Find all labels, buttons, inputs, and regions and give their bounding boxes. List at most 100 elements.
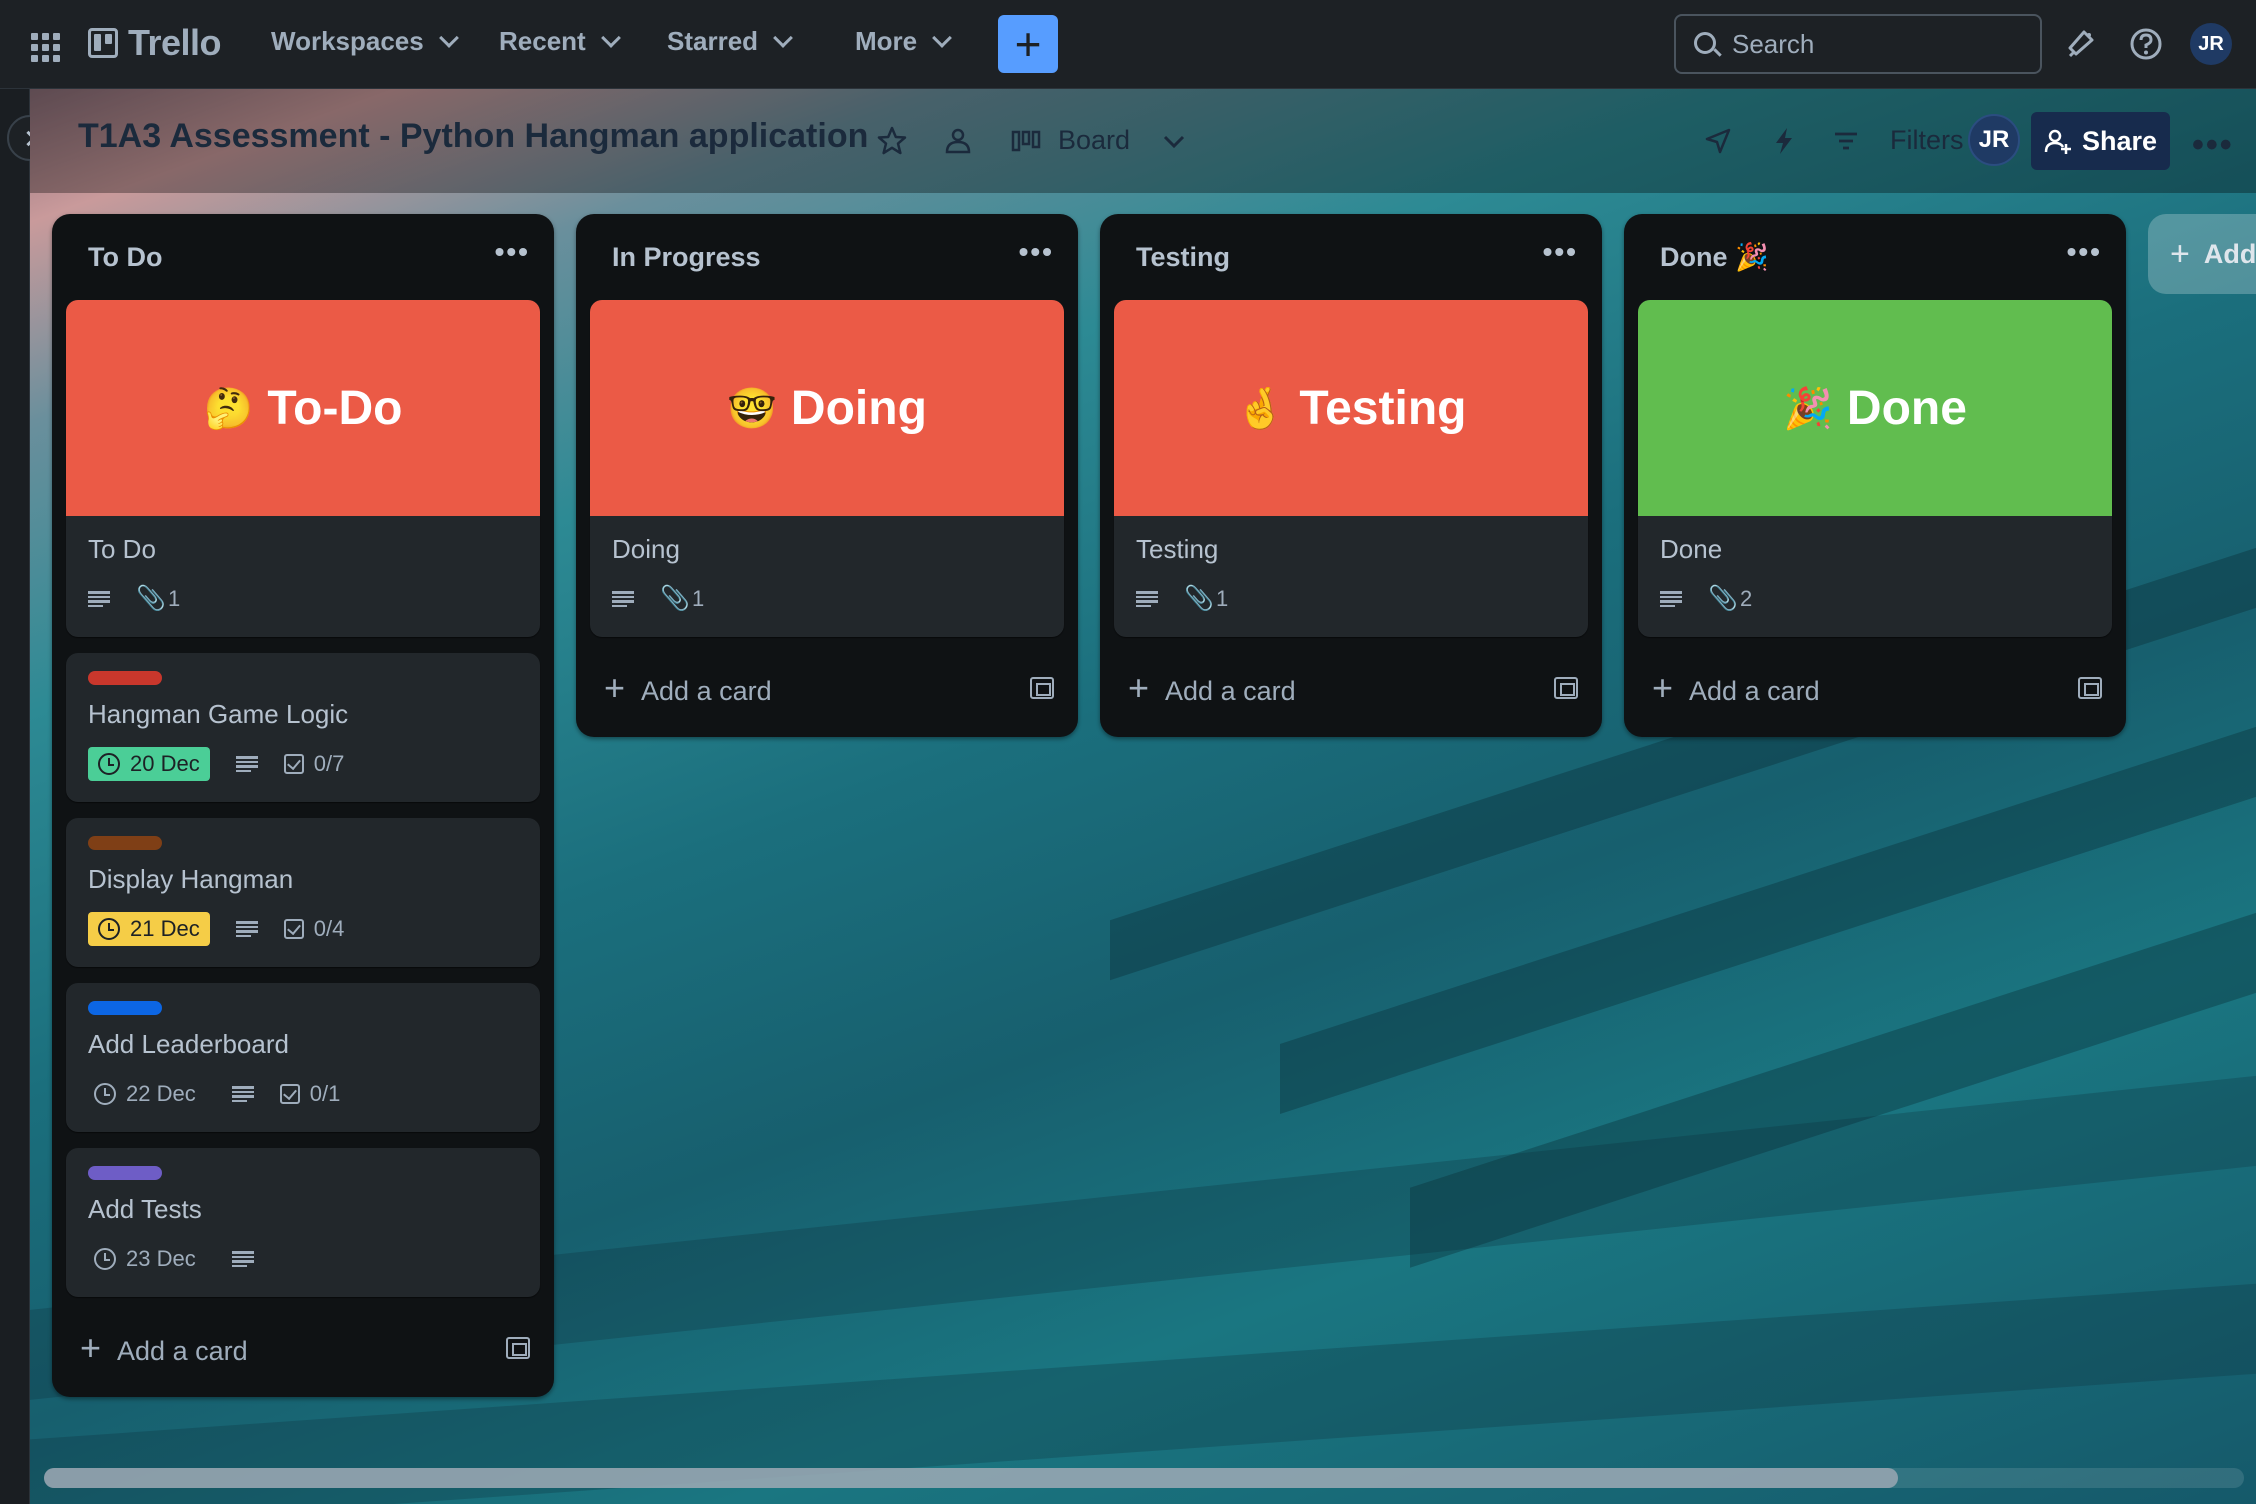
workspaces-label: Workspaces <box>271 26 424 56</box>
add-card-label: Add a card <box>641 676 772 706</box>
list-actions-button[interactable]: ••• <box>2067 236 2102 268</box>
board-title[interactable]: T1A3 Assessment - Python Hangman applica… <box>78 117 868 156</box>
filter-icon <box>1835 132 1857 150</box>
scrollbar-thumb[interactable] <box>44 1468 1898 1488</box>
top-navigation-bar: Trello Workspaces Recent Starred More + … <box>0 0 2256 89</box>
create-from-template-icon[interactable] <box>2078 677 2102 699</box>
board-horizontal-scrollbar[interactable] <box>44 1468 2244 1488</box>
workspace-visibility-icon[interactable] <box>942 125 974 157</box>
list-title[interactable]: Done 🎉 <box>1660 241 1769 273</box>
description-icon <box>235 756 258 772</box>
list-to-do: To Do ••• 🤔 To-Do To Do 📎 1 Hangman Game… <box>52 214 554 1397</box>
search-input[interactable]: Search <box>1674 14 2042 74</box>
clock-icon <box>94 1083 116 1105</box>
paperclip-icon: 📎 <box>1184 585 1214 612</box>
list-actions-button[interactable]: ••• <box>495 236 530 268</box>
help-icon[interactable] <box>2126 24 2166 64</box>
checklist-icon <box>279 1084 300 1104</box>
card-label-red[interactable] <box>88 671 162 685</box>
list-testing: Testing ••• 🤞 Testing Testing 📎 1 + Add a… <box>1100 214 1602 737</box>
card-label-blue[interactable] <box>88 1001 162 1015</box>
add-card-button[interactable]: + Add a card <box>66 1313 540 1383</box>
add-card-label: Add a card <box>1165 676 1296 706</box>
card-cover: 🤞 Testing <box>1114 300 1588 516</box>
checklist-count: 0/4 <box>313 916 345 941</box>
due-date-text: 20 Dec <box>130 751 200 776</box>
due-date-text: 21 Dec <box>130 916 200 941</box>
nerd-face-emoji: 🤓 <box>727 386 777 431</box>
list-in-progress: In Progress ••• 🤓 Doing Doing 📎 1 + Add a… <box>576 214 1078 737</box>
crossed-fingers-emoji: 🤞 <box>1235 386 1286 431</box>
starred-menu[interactable]: Starred <box>667 26 793 57</box>
trello-logo-icon <box>88 28 118 58</box>
board-view-switcher[interactable]: Board <box>1058 125 1130 156</box>
card-display-hangman[interactable]: Display Hangman 21 Dec 0/4 <box>66 818 540 967</box>
more-menu[interactable]: More <box>855 26 953 57</box>
share-button[interactable]: Share <box>2031 112 2170 170</box>
board-member-avatar[interactable]: JR <box>1968 114 2020 166</box>
card-to-do[interactable]: 🤔 To-Do To Do 📎 1 <box>66 300 540 637</box>
add-list-button[interactable]: + Add <box>2148 214 2256 294</box>
card-cover: 🤓 Doing <box>590 300 1064 516</box>
create-button[interactable]: + <box>998 15 1058 73</box>
description-icon <box>231 1086 254 1102</box>
list-title[interactable]: To Do <box>88 242 162 273</box>
chevron-down-icon[interactable] <box>1158 125 1190 157</box>
add-card-button[interactable]: + Add a card <box>1114 653 1588 723</box>
description-icon <box>1660 591 1682 607</box>
attachments-badge: 📎 2 <box>1708 586 1752 612</box>
description-icon <box>1136 591 1158 607</box>
card-title: Display Hangman <box>88 864 294 894</box>
list-title[interactable]: Testing <box>1136 242 1230 273</box>
checklist-count: 0/1 <box>309 1081 341 1106</box>
card-cover-text: Doing <box>790 381 927 435</box>
chevron-down-icon <box>600 27 621 48</box>
attachments-badge: 📎 1 <box>1184 586 1228 612</box>
party-popper-emoji: 🎉 <box>1783 386 1833 431</box>
chevron-down-icon <box>932 27 953 48</box>
description-icon <box>612 591 634 607</box>
card-done[interactable]: 🎉 Done Done 📎 2 <box>1638 300 2112 637</box>
card-hangman-game-logic[interactable]: Hangman Game Logic 20 Dec 0/7 <box>66 653 540 802</box>
due-date-badge[interactable]: 23 Dec <box>88 1242 206 1276</box>
due-date-badge[interactable]: 22 Dec <box>88 1077 206 1111</box>
filters-button[interactable]: Filters <box>1890 125 1964 156</box>
app-switcher-icon[interactable] <box>26 27 62 63</box>
card-label-brown[interactable] <box>88 836 162 850</box>
workspaces-menu[interactable]: Workspaces <box>271 26 459 57</box>
automation-lightning-icon[interactable] <box>1768 125 1800 157</box>
card-doing[interactable]: 🤓 Doing Doing 📎 1 <box>590 300 1064 637</box>
create-from-template-icon[interactable] <box>1030 677 1054 699</box>
card-add-tests[interactable]: Add Tests 23 Dec <box>66 1148 540 1297</box>
trello-logo[interactable]: Trello <box>88 22 222 64</box>
checklist-icon <box>283 754 304 774</box>
star-icon[interactable] <box>876 125 908 157</box>
paperclip-icon: 📎 <box>1708 585 1738 612</box>
add-card-button[interactable]: + Add a card <box>1638 653 2112 723</box>
list-title[interactable]: In Progress <box>612 242 761 273</box>
recent-menu[interactable]: Recent <box>499 26 621 57</box>
due-date-badge[interactable]: 20 Dec <box>88 747 210 781</box>
power-ups-rocket-icon[interactable] <box>1702 125 1734 157</box>
search-icon <box>1694 32 1716 54</box>
list-actions-button[interactable]: ••• <box>1543 236 1578 268</box>
description-icon <box>88 591 110 607</box>
card-title: Add Tests <box>88 1194 202 1224</box>
add-card-button[interactable]: + Add a card <box>590 653 1064 723</box>
card-cover-text: Done <box>1846 381 1967 435</box>
card-testing[interactable]: 🤞 Testing Testing 📎 1 <box>1114 300 1588 637</box>
chevron-down-icon <box>773 27 793 48</box>
account-avatar[interactable]: JR <box>2190 23 2232 65</box>
list-actions-button[interactable]: ••• <box>1019 236 1054 268</box>
board-menu-button[interactable]: ••• <box>2192 126 2234 165</box>
card-add-leaderboard[interactable]: Add Leaderboard 22 Dec 0/1 <box>66 983 540 1132</box>
search-placeholder: Search <box>1732 28 1815 59</box>
card-label-purple[interactable] <box>88 1166 162 1180</box>
attachments-count: 2 <box>1740 586 1753 611</box>
attachments-count: 1 <box>168 586 181 611</box>
create-from-template-icon[interactable] <box>506 1337 530 1359</box>
recent-label: Recent <box>499 26 586 56</box>
create-from-template-icon[interactable] <box>1554 677 1578 699</box>
notifications-megaphone-icon[interactable] <box>2060 24 2100 64</box>
due-date-badge[interactable]: 21 Dec <box>88 912 210 946</box>
